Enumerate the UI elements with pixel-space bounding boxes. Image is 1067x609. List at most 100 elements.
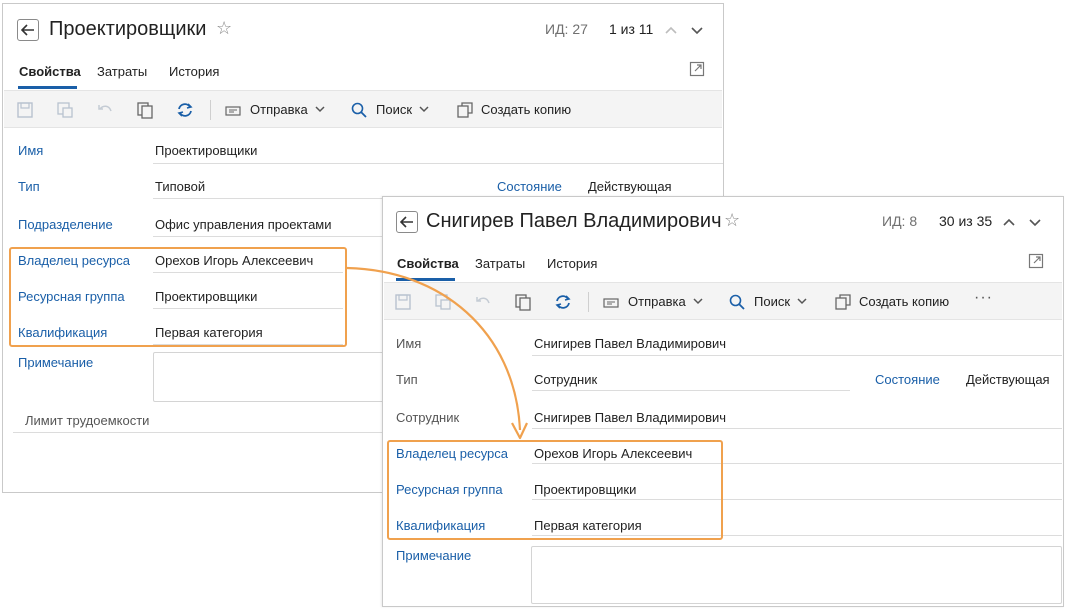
name-label: Имя [18,143,44,158]
toolbar-separator [588,292,589,312]
create-copy-icon [457,102,473,118]
field-underline [532,463,1062,464]
qualification-label: Квалификация [396,518,486,533]
send-menu-button[interactable]: Отправка [628,294,686,309]
save-close-icon[interactable] [56,101,74,119]
refresh-icon[interactable] [176,101,194,119]
type-value[interactable]: Сотрудник [534,372,597,387]
open-external-icon[interactable] [1028,253,1044,269]
chevron-up-icon[interactable] [1001,214,1017,230]
chevron-down-icon [797,298,807,305]
department-label: Подразделение [18,217,113,232]
field-underline [153,308,343,309]
qualification-value[interactable]: Первая категория [155,325,263,340]
tab-costs[interactable]: Затраты [475,256,525,271]
more-menu-button[interactable]: ··· [974,289,993,307]
card-header: Снигирев Павел Владимирович ☆ ИД: 8 30 и… [383,197,1063,247]
page-title: Снигирев Павел Владимирович [426,210,722,232]
tab-bar: Свойства Затраты История [3,56,723,89]
note-textarea[interactable] [531,546,1062,604]
type-value[interactable]: Типовой [155,179,205,194]
chevron-down-icon[interactable] [689,22,705,38]
save-icon[interactable] [16,101,34,119]
name-value[interactable]: Проектировщики [155,143,257,158]
save-close-icon[interactable] [434,293,452,311]
favorite-star-icon[interactable]: ☆ [724,210,740,231]
chevron-down-icon [419,106,429,113]
qualification-label: Квалификация [18,325,108,340]
record-id: ИД: 8 [882,213,918,229]
tab-bar: Свойства Затраты История [383,248,1063,281]
send-icon [225,106,241,116]
owner-label: Владелец ресурса [18,253,131,268]
field-underline [532,535,1062,536]
search-menu-button[interactable]: Поиск [376,102,412,117]
send-icon [603,298,619,308]
chevron-down-icon [693,298,703,305]
tab-costs[interactable]: Затраты [97,64,147,79]
toolbar: Отправка Поиск Создать копию [4,90,722,128]
resource-group-value[interactable]: Проектировщики [155,289,257,304]
copy-icon[interactable] [514,293,532,311]
create-copy-icon [835,294,851,310]
search-menu-button[interactable]: Поиск [754,294,790,309]
note-textarea[interactable] [153,352,385,402]
tab-history[interactable]: История [169,64,219,79]
field-underline [532,390,850,391]
tab-properties[interactable]: Свойства [19,64,81,79]
department-value[interactable]: Офис управления проектами [155,217,332,232]
employee-label: Сотрудник [396,410,460,425]
resource-group-value[interactable]: Проектировщики [534,482,636,497]
resource-group-label: Ресурсная группа [18,289,125,304]
create-copy-button[interactable]: Создать копию [859,294,949,309]
resource-group-label: Ресурсная группа [396,482,503,497]
back-button[interactable] [396,211,418,233]
state-label[interactable]: Состояние [875,372,940,387]
open-external-icon[interactable] [689,61,705,77]
field-underline [153,344,343,345]
name-value[interactable]: Снигирев Павел Владимирович [534,336,726,351]
active-tab-indicator [18,86,77,89]
arrow-left-icon [400,216,413,228]
copy-icon[interactable] [136,101,154,119]
note-label: Примечание [18,355,94,370]
chevron-down-icon[interactable] [1027,214,1043,230]
employee-value[interactable]: Снигирев Павел Владимирович [534,410,726,425]
field-underline [532,428,1062,429]
undo-icon[interactable] [96,101,114,119]
arrow-left-icon [21,24,34,36]
search-icon [729,294,745,310]
save-icon[interactable] [394,293,412,311]
state-value: Действующая [588,179,672,194]
create-copy-button[interactable]: Создать копию [481,102,571,117]
card-header: Проектировщики ☆ ИД: 27 1 из 11 [3,4,723,54]
toolbar-separator [210,100,211,120]
field-underline [532,499,1062,500]
tab-history[interactable]: История [547,256,597,271]
type-label: Тип [396,372,418,387]
employee-resource-card: Снигирев Павел Владимирович ☆ ИД: 8 30 и… [382,196,1064,607]
chevron-up-icon[interactable] [663,22,679,38]
record-pager: 30 из 35 [939,213,993,229]
field-underline [153,163,723,164]
tab-properties[interactable]: Свойства [397,256,459,271]
name-label: Имя [396,336,422,351]
back-button[interactable] [17,19,39,41]
field-underline [153,236,383,237]
undo-icon[interactable] [474,293,492,311]
state-value: Действующая [966,372,1050,387]
record-pager: 1 из 11 [609,21,654,37]
chevron-down-icon [315,106,325,113]
note-label: Примечание [396,548,472,563]
state-label[interactable]: Состояние [497,179,562,194]
section-divider [13,432,385,433]
owner-value[interactable]: Орехов Игорь Алексеевич [534,446,692,461]
record-id: ИД: 27 [545,21,588,37]
refresh-icon[interactable] [554,293,572,311]
labor-limit-label: Лимит трудоемкости [25,413,150,428]
favorite-star-icon[interactable]: ☆ [216,18,232,39]
type-label: Тип [18,179,40,194]
qualification-value[interactable]: Первая категория [534,518,642,533]
owner-value[interactable]: Орехов Игорь Алексеевич [155,253,313,268]
send-menu-button[interactable]: Отправка [250,102,308,117]
